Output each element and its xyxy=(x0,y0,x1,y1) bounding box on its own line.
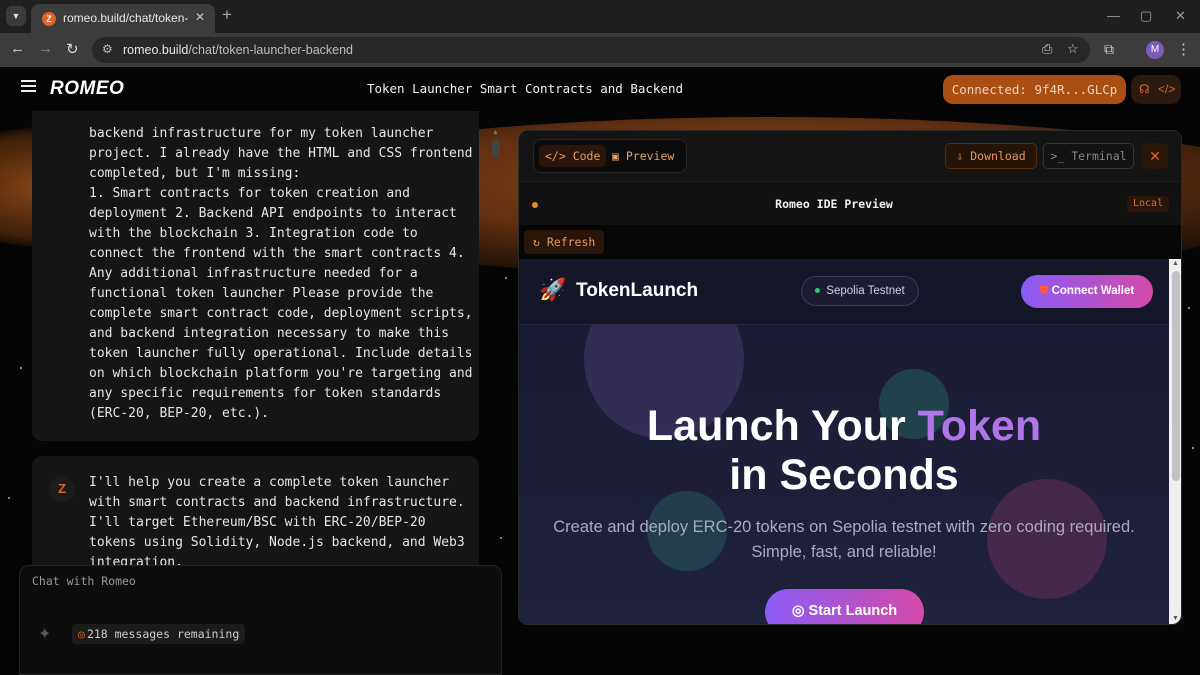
site-navbar: 🚀 TokenLaunch Sepolia Testnet ⛊ Connect … xyxy=(519,259,1169,325)
url-text[interactable]: romeo.build/chat/token-launcher-backend xyxy=(123,43,353,57)
download-button[interactable]: ⇩ Download xyxy=(945,143,1037,169)
hero-heading-line1: Launch Your Token xyxy=(646,402,1042,450)
hero-heading-line2: in Seconds xyxy=(729,451,959,499)
user-message-text: backend infrastructure for my token laun… xyxy=(89,126,473,421)
chat-title: Token Launcher Smart Contracts and Backe… xyxy=(366,81,684,96)
address-bar[interactable]: ⚙ romeo.build/chat/token-launcher-backen… xyxy=(92,37,1090,63)
network-badge: Sepolia Testnet xyxy=(801,276,919,306)
tab-preview[interactable]: ▣ Preview xyxy=(606,145,680,167)
network-status-dot xyxy=(815,288,821,294)
messages-remaining-badge: ◎ 218 messages remaining xyxy=(72,624,246,644)
maximize-button[interactable]: ▢ xyxy=(1140,8,1152,24)
app-header: ROMEO Token Launcher Smart Contracts and… xyxy=(0,67,1200,111)
chat-composer: ✦ ◎218 messages remaining xyxy=(19,565,502,675)
browser-toolbar: ← → ↻ ⚙ romeo.build/chat/token-launcher-… xyxy=(0,33,1200,67)
preview-scrollbar-thumb[interactable] xyxy=(1172,271,1180,481)
bookmark-star-icon[interactable]: ☆ xyxy=(1067,41,1079,57)
preview-header: Romeo IDE Preview Local xyxy=(519,181,1181,225)
wallet-connected-button[interactable]: Connected: 9f4R...GLCp xyxy=(943,75,1126,104)
download-icon: ⇩ xyxy=(956,149,971,163)
star xyxy=(1192,447,1194,449)
browser-tab[interactable]: Z romeo.build/chat/token-launch ✕ xyxy=(31,4,215,33)
code-toggle-icon[interactable]: </> xyxy=(1158,75,1175,104)
install-app-icon[interactable]: ⎙ xyxy=(1042,41,1052,57)
browser-menu-icon[interactable]: ⋮ xyxy=(1176,40,1191,58)
romeo-avatar-icon: Z xyxy=(49,476,75,502)
tab-close-icon[interactable]: ✕ xyxy=(195,10,205,24)
support-icon[interactable]: ☊ xyxy=(1139,75,1150,104)
ide-toolbar: </> Code ▣ Preview ⇩ Download >_ Termina… xyxy=(519,131,1181,181)
hero-subtitle: Create and deploy ERC-20 tokens on Sepol… xyxy=(553,518,1135,536)
refresh-button[interactable]: ↻ Refresh xyxy=(524,230,605,254)
star xyxy=(20,367,22,369)
scroll-up-arrow[interactable]: ▲ xyxy=(1172,260,1179,267)
wallet-icon: ⛊ xyxy=(1039,285,1052,297)
start-launch-button[interactable]: ◎ Start Launch xyxy=(765,589,924,624)
assistant-message-card: Z I'll help you create a complete token … xyxy=(32,456,479,581)
romeo-app: ROMEO Token Launcher Smart Contracts and… xyxy=(0,67,1200,675)
coins-icon: ◎ xyxy=(78,627,85,641)
preview-scrollbar[interactable]: ▲ ▼ xyxy=(1169,259,1181,624)
profile-avatar[interactable]: M xyxy=(1146,41,1164,59)
view-toggle: </> Code ▣ Preview xyxy=(533,139,687,173)
ide-panel: </> Code ▣ Preview ⇩ Download >_ Termina… xyxy=(518,130,1182,625)
preview-website: 🚀 TokenLaunch Sepolia Testnet ⛊ Connect … xyxy=(519,259,1169,624)
user-message-card: backend infrastructure for my token laun… xyxy=(32,111,479,441)
star xyxy=(505,277,507,279)
star xyxy=(1188,307,1190,309)
preview-icon: ▣ xyxy=(612,149,626,163)
connect-wallet-button[interactable]: ⛊ Connect Wallet xyxy=(1021,275,1153,308)
star xyxy=(8,497,10,499)
refresh-row: ↻ Refresh xyxy=(519,225,1181,259)
reload-icon[interactable]: ↻ xyxy=(66,40,79,58)
forward-arrow-icon[interactable]: → xyxy=(38,40,53,57)
hamburger-menu-icon[interactable] xyxy=(21,80,36,92)
extensions-puzzle-icon[interactable]: ⧉ xyxy=(1104,41,1114,58)
romeo-logo[interactable]: ROMEO xyxy=(50,78,124,100)
back-arrow-icon[interactable]: ← xyxy=(10,40,25,57)
minimize-button[interactable]: — xyxy=(1107,8,1120,23)
tab-code[interactable]: </> Code xyxy=(539,145,607,167)
hero-subtitle-2: Simple, fast, and reliable! xyxy=(751,543,937,561)
sparkle-icon[interactable]: ✦ xyxy=(38,624,51,644)
site-logo[interactable]: TokenLaunch xyxy=(576,280,698,302)
star xyxy=(500,537,502,539)
target-icon: ◎ xyxy=(791,603,809,619)
close-ide-icon[interactable]: ✕ xyxy=(1142,143,1168,169)
window-close-button[interactable]: ✕ xyxy=(1175,8,1186,24)
chat-scroll-up-arrow[interactable]: ▲ xyxy=(492,129,499,136)
status-dot xyxy=(532,202,538,208)
site-info-icon[interactable]: ⚙ xyxy=(102,42,113,56)
assistant-message-text: I'll help you create a complete token la… xyxy=(89,475,465,570)
browser-tab-bar: ▼ Z romeo.build/chat/token-launch ✕ + — … xyxy=(0,0,1200,33)
local-badge: Local xyxy=(1127,196,1170,212)
scroll-down-arrow[interactable]: ▼ xyxy=(1172,615,1179,622)
new-tab-button[interactable]: + xyxy=(222,5,232,25)
refresh-icon: ↻ xyxy=(533,235,547,249)
tab-search-button[interactable]: ▼ xyxy=(6,6,26,26)
preview-title: Romeo IDE Preview xyxy=(775,197,893,211)
tab-title: romeo.build/chat/token-launch xyxy=(63,11,189,25)
header-actions: ☊ </> xyxy=(1131,75,1181,104)
chat-scrollbar-thumb[interactable] xyxy=(492,140,500,158)
code-icon: </> xyxy=(545,149,573,163)
rocket-icon: 🚀 xyxy=(539,277,567,302)
chat-input[interactable] xyxy=(32,574,472,588)
terminal-icon: >_ xyxy=(1050,149,1072,163)
romeo-favicon-icon: Z xyxy=(42,12,56,26)
terminal-button[interactable]: >_ Terminal xyxy=(1043,143,1134,169)
